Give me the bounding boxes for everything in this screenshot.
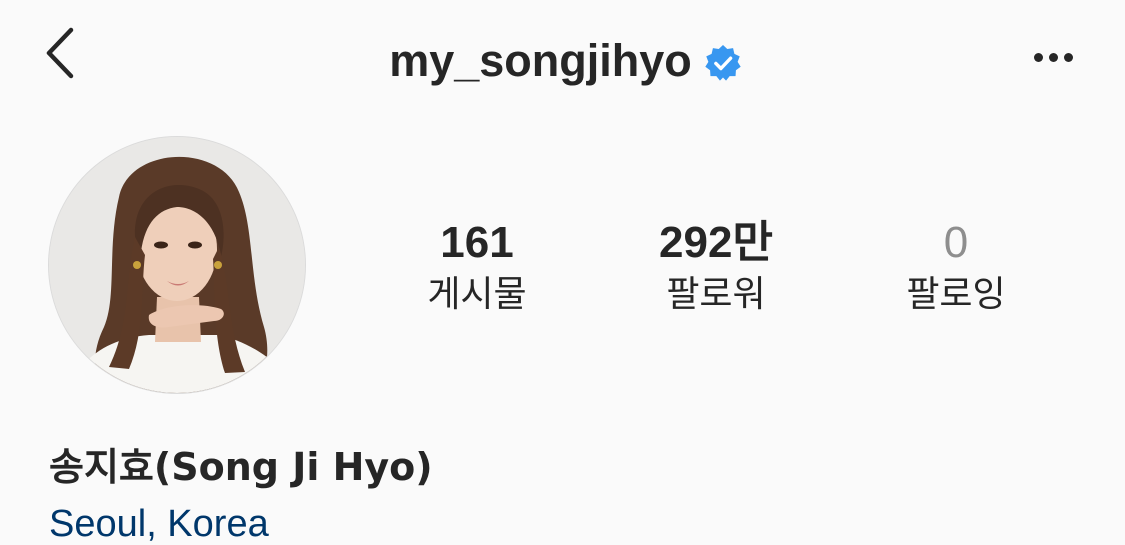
more-options-button[interactable]	[1023, 32, 1083, 82]
more-horizontal-icon	[1033, 52, 1043, 62]
followers-count: 292만	[659, 218, 773, 267]
posts-label: 게시물	[427, 274, 527, 315]
username-title: my_songjihyo	[389, 34, 692, 86]
following-label: 팔로잉	[906, 274, 1006, 315]
profile-photo	[49, 137, 305, 393]
posts-stat[interactable]: 161 게시물	[377, 215, 577, 317]
profile-stats: 161 게시물 292만 팔로워 0 팔로잉	[370, 215, 1090, 325]
profile-avatar[interactable]	[49, 137, 305, 393]
more-dot	[1063, 52, 1073, 62]
profile-full-name: 송지효(Song Ji Hyo)	[49, 445, 433, 489]
profile-header: my_songjihyo	[0, 30, 1125, 90]
posts-count: 161	[440, 218, 514, 267]
followers-stat[interactable]: 292만 팔로워	[616, 215, 816, 317]
more-dot	[1048, 52, 1058, 62]
following-stat[interactable]: 0 팔로잉	[856, 215, 1056, 317]
profile-screen: my_songjihyo 161 게시물 292만 팔로워 0 팔로잉 송지효(…	[0, 0, 1125, 545]
following-count: 0	[943, 218, 969, 267]
followers-label: 팔로워	[666, 274, 766, 315]
verified-badge-icon	[704, 44, 742, 82]
profile-location-link[interactable]: Seoul, Korea	[49, 500, 269, 545]
